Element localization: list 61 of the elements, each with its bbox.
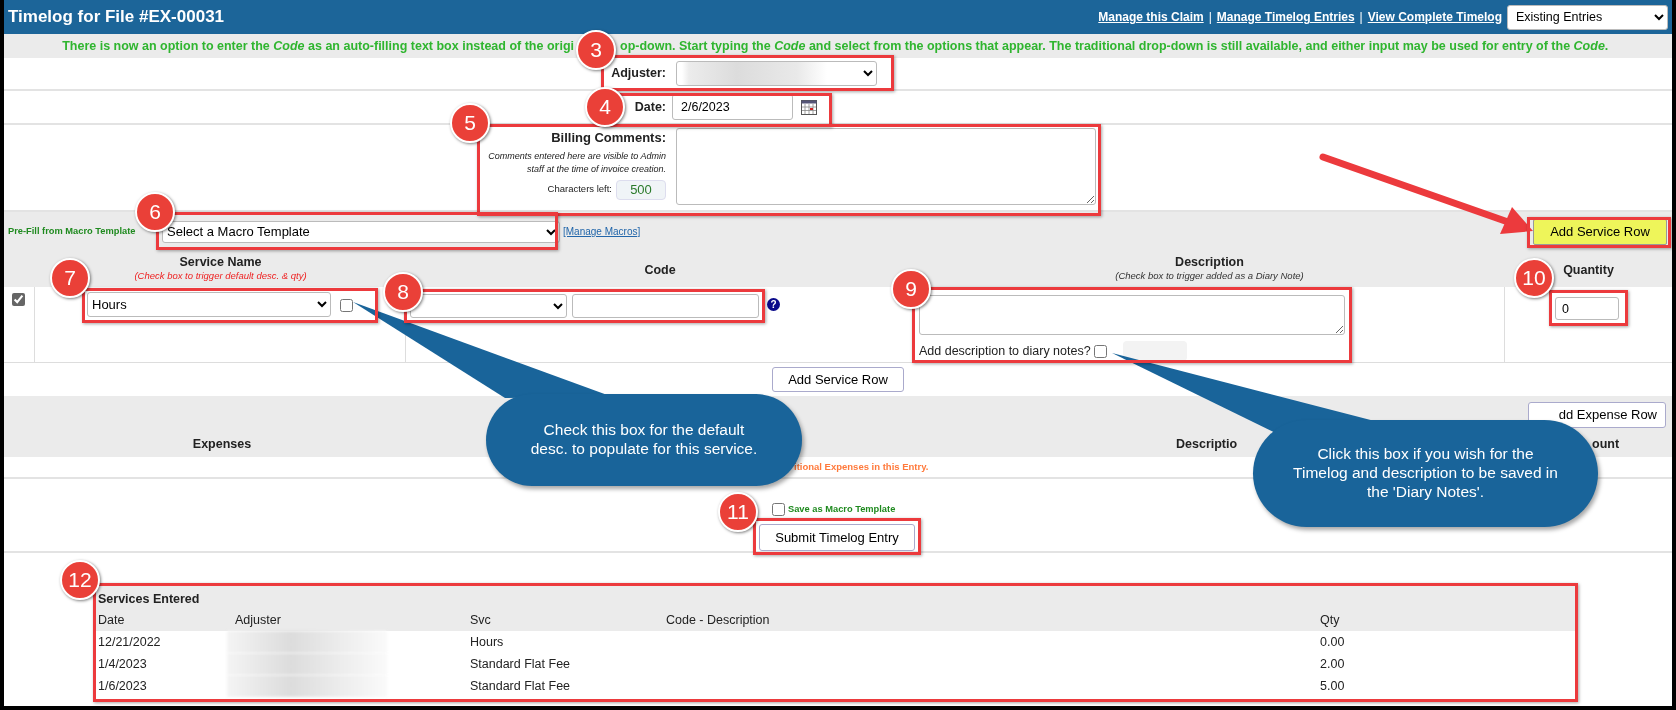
help-icon[interactable]: ?	[767, 298, 780, 311]
description-field[interactable]	[919, 295, 1345, 335]
field-label: Billing Comments:	[551, 129, 666, 147]
column-header: Quantity	[1563, 263, 1614, 278]
checkbox[interactable]	[772, 503, 785, 517]
table-cell-text: Standard Flat Fee	[469, 677, 572, 695]
checkbox-label: Save as Macro Template	[788, 503, 896, 516]
table-title: Services Entered	[98, 592, 200, 606]
add-expense-row-button[interactable]: dd Expense Row	[1528, 402, 1666, 428]
column-header: Description	[1175, 255, 1244, 270]
column-header: Qty	[1320, 612, 1340, 627]
column-header: Descriptio	[1176, 437, 1238, 451]
column-header: Svc	[470, 612, 491, 627]
service-select[interactable]: Hours	[87, 292, 331, 317]
blurred-area	[1122, 341, 1187, 361]
view-select[interactable]: Existing Entries	[1507, 4, 1668, 30]
column-header: Code	[644, 263, 676, 278]
column-hint: (Check box to trigger default desc. & qty)	[134, 270, 307, 282]
column-header: Code - Description	[666, 612, 770, 627]
submit-button[interactable]: Submit Timelog Entry	[759, 523, 915, 551]
header-link[interactable]: Manage Timelog Entries	[1216, 8, 1355, 26]
notice-text: There is now an option to enter the Code as an auto-filling text box instead of the origi	[62, 37, 574, 55]
counter-value: 500	[616, 179, 666, 200]
table-cell-text: 0.00	[1319, 633, 1346, 651]
comments-field[interactable]	[676, 128, 1096, 205]
table-cell-text: Hours	[469, 633, 505, 651]
column-header: Adjuster	[235, 612, 281, 627]
help-text: Comments entered here are visible to Admin staff at the time of invoice creation.	[487, 149, 666, 176]
table-cell-text: Standard Flat Fee	[469, 655, 572, 673]
checkbox[interactable]	[340, 299, 353, 312]
manage-macros-link[interactable]: [Manage Macros]	[563, 224, 641, 239]
macro-label: Pre-Fill from Macro Template	[8, 224, 137, 238]
separator-text: |	[1208, 9, 1212, 26]
field-label: Date:	[634, 98, 666, 116]
window-title: Timelog for File #EX-00031	[8, 6, 225, 29]
date-field[interactable]: 2/6/2023	[672, 94, 793, 120]
table-cell-text: 5.00	[1319, 677, 1346, 695]
table-cell: 1/4/2023	[93, 653, 230, 675]
column-hint: (Check box to trigger added as a Diary Note)	[1115, 270, 1304, 282]
column-header: Expenses	[192, 437, 252, 451]
column-header: Date	[98, 612, 125, 627]
add-service-row-button[interactable]: Add Service Row	[772, 367, 904, 392]
table-cell: 1/6/2023	[93, 675, 230, 697]
column-header: ount	[1592, 437, 1620, 451]
table-cell-text: 2.00	[1319, 655, 1346, 673]
checkbox[interactable]	[12, 293, 25, 306]
header-link[interactable]: Manage this Claim	[1098, 8, 1204, 26]
macro-select[interactable]: Select a Macro Template	[162, 220, 560, 243]
checkbox-label: Add description to diary notes?	[919, 342, 1091, 360]
checkbox[interactable]	[1093, 344, 1107, 358]
counter-label: Characters left:	[547, 182, 612, 197]
table-cell: 12/21/2022	[93, 631, 230, 653]
calendar-icon[interactable]	[801, 99, 817, 115]
header-link[interactable]: View Complete Timelog	[1367, 8, 1502, 26]
code-field[interactable]	[572, 294, 759, 318]
separator-text: |	[1359, 9, 1363, 26]
add-service-row-button[interactable]: Add Service Row	[1533, 218, 1667, 245]
status-message: itional Expenses in this Entry.	[794, 459, 929, 474]
column-header: Service Name	[179, 255, 262, 270]
notice-text: op-down. Start typing the Code and select from the options that appear. The traditional drop-down is still available, and either input may be used for entry of the Code.	[620, 37, 1609, 55]
quantity-field[interactable]: 0	[1555, 297, 1619, 320]
